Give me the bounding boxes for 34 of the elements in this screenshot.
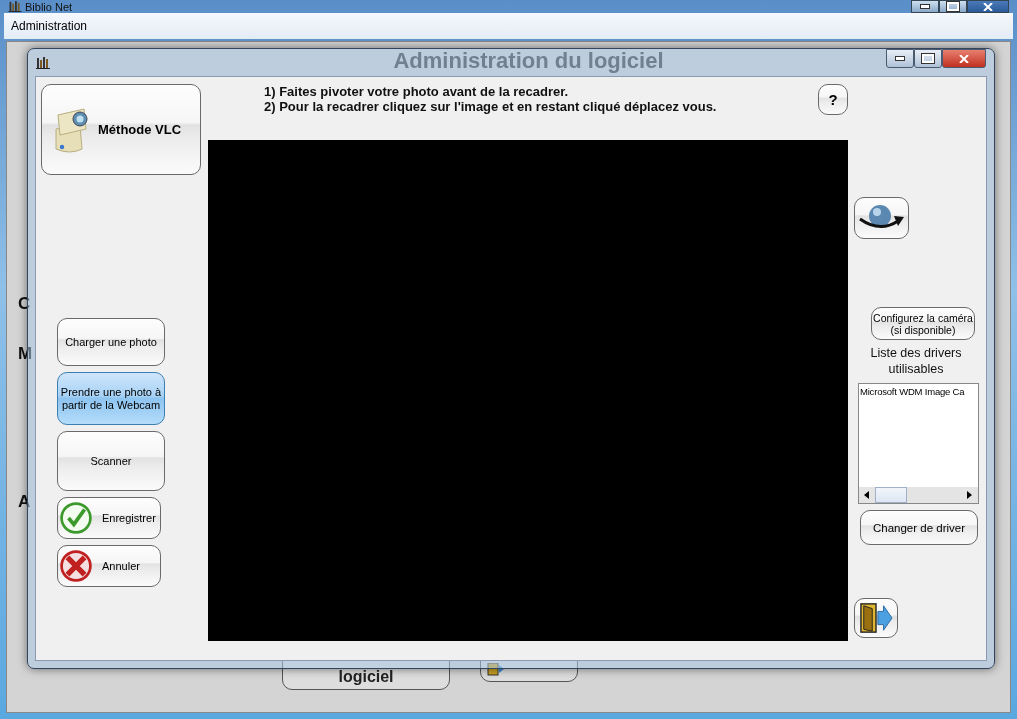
- list-item[interactable]: Microsoft WDM Image Ca: [859, 384, 978, 399]
- maximize-button[interactable]: [939, 0, 967, 13]
- checkmark-icon: [60, 502, 92, 534]
- window-title: Biblio Net: [25, 0, 73, 13]
- close-button[interactable]: [942, 49, 986, 68]
- minimize-button[interactable]: [886, 49, 914, 68]
- method-button[interactable]: Méthode VLC: [41, 84, 201, 175]
- source-button[interactable]: Scanner: [57, 431, 165, 491]
- exit-button[interactable]: [854, 598, 898, 638]
- close-icon: [983, 2, 993, 11]
- close-button[interactable]: [967, 0, 1009, 13]
- background-window-title: Administration du logiciel: [393, 48, 664, 74]
- cancel-icon: [60, 550, 92, 582]
- close-icon: [959, 54, 969, 63]
- instruction-text: 2) Pour la recadrer cliquez sur l'image et en restant cliqué déplacez vous.: [264, 99, 718, 114]
- scroll-bar[interactable]: [859, 487, 978, 503]
- door-arrow-icon: [859, 602, 893, 634]
- scroll-right-icon[interactable]: [967, 491, 973, 499]
- action-button[interactable]: Enregistrer: [57, 497, 161, 539]
- configure-camera-button[interactable]: Configurez la caméra (si disponible): [871, 307, 975, 340]
- rotate-button[interactable]: [854, 197, 909, 239]
- source-button[interactable]: Charger une photo: [57, 318, 165, 366]
- action-button[interactable]: Annuler: [57, 545, 161, 587]
- menu-item[interactable]: Administration: [7, 17, 92, 35]
- books-icon: [36, 56, 50, 69]
- drivers-label: Liste des drivers utilisables: [869, 345, 963, 377]
- books-icon: [8, 1, 22, 12]
- minimize-button[interactable]: [911, 0, 939, 13]
- help-button[interactable]: ?: [818, 84, 848, 115]
- scroll-left-icon[interactable]: [864, 491, 870, 499]
- instruction-text: 1) Faites pivoter votre photo avant de la recadrer.: [264, 84, 570, 99]
- source-button[interactable]: Prendre une photo à partir de la Webcam: [57, 372, 165, 425]
- change-driver-button[interactable]: Changer de driver: [860, 510, 978, 545]
- maximize-button[interactable]: [914, 49, 942, 68]
